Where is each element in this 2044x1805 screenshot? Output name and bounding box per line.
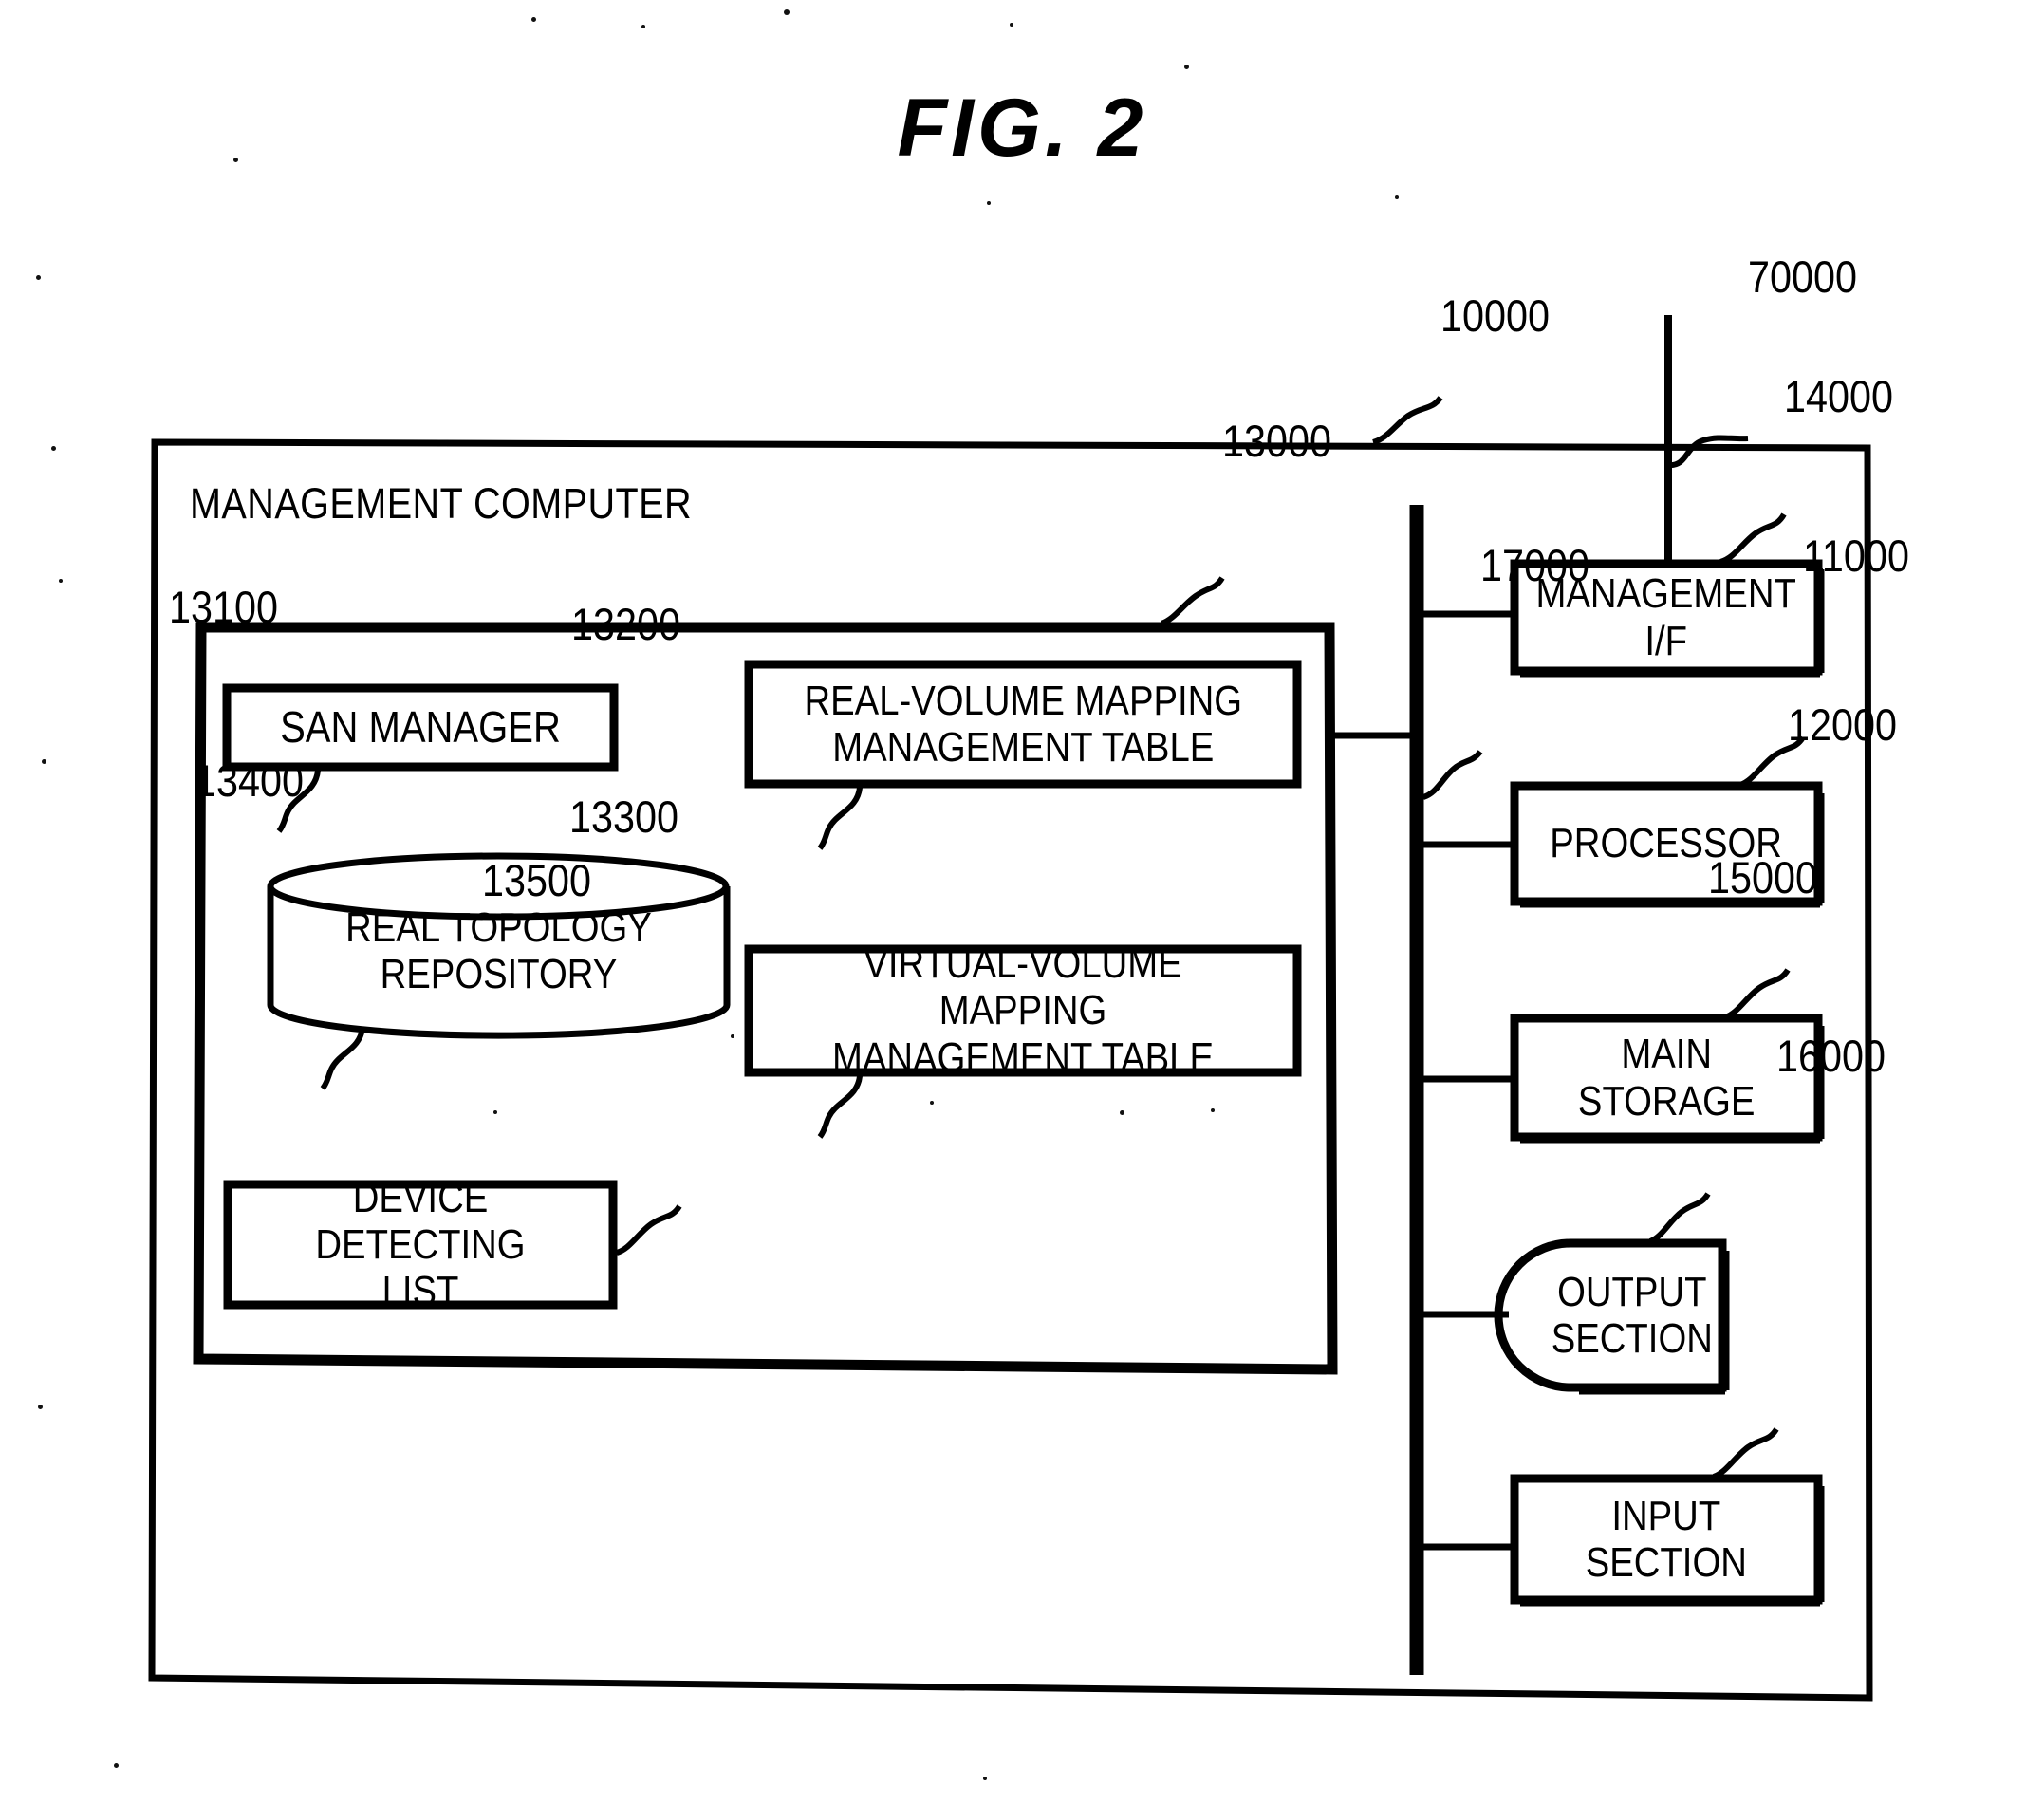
scan-speckle	[51, 446, 56, 451]
leader-70000	[1667, 435, 1749, 469]
figure-page: FIG. 2 MANAGEMENT COMPUTER 70000 10000 1…	[0, 0, 2044, 1805]
scan-speckle	[1120, 1110, 1124, 1115]
management-if-label-wrap: MANAGEMENT I/F	[1514, 564, 1818, 671]
scan-speckle	[1010, 23, 1013, 27]
device-detecting-list-label: DEVICE DETECTING LIST	[315, 1174, 526, 1315]
leader-17000	[1422, 750, 1483, 800]
san-manager-label: SAN MANAGER	[280, 701, 561, 752]
processor-label-wrap: PROCESSOR	[1514, 786, 1818, 902]
scan-speckle	[38, 1405, 43, 1409]
leader-13400	[320, 1027, 365, 1090]
leader-13000	[1160, 576, 1225, 626]
scan-speckle	[531, 17, 536, 22]
leader-10000	[1372, 396, 1443, 445]
ref-13300: 13300	[569, 791, 679, 842]
ref-14000: 14000	[1784, 371, 1894, 421]
leader-16000	[1712, 1427, 1779, 1479]
virtual-volume-mapping-table-label-wrap: VIRTUAL-VOLUME MAPPING MANAGEMENT TABLE	[749, 940, 1297, 1081]
scan-speckle	[641, 25, 645, 28]
output-section-label-wrap: OUTPUT SECTION	[1537, 1243, 1727, 1387]
main-storage-label: MAIN STORAGE	[1577, 1031, 1756, 1125]
scan-speckle	[233, 158, 238, 162]
scan-speckle	[1211, 1108, 1215, 1112]
outer-enclosure-label: MANAGEMENT COMPUTER	[190, 479, 693, 528]
virtual-volume-mapping-table-label: VIRTUAL-VOLUME MAPPING MANAGEMENT TABLE	[831, 940, 1215, 1081]
main-storage-label-wrap: MAIN STORAGE	[1514, 1018, 1818, 1137]
ref-10000: 10000	[1440, 290, 1551, 341]
real-topology-repository-label-wrap: REAL TOPOLOGY REPOSITORY	[270, 897, 727, 1005]
san-manager-label-wrap: SAN MANAGER	[227, 688, 614, 767]
input-section-label-wrap: INPUT SECTION	[1514, 1479, 1818, 1600]
ref-11000: 11000	[1803, 530, 1909, 581]
real-volume-mapping-table-label: REAL-VOLUME MAPPING MANAGEMENT TABLE	[804, 677, 1242, 771]
ref-13200: 13200	[571, 599, 681, 649]
management-if-label: MANAGEMENT I/F	[1535, 570, 1797, 664]
leader-13200	[817, 787, 863, 850]
output-section-label: OUTPUT SECTION	[1551, 1268, 1714, 1362]
ref-13100: 13100	[169, 582, 279, 632]
leader-14000	[1719, 512, 1787, 565]
leader-13300	[817, 1075, 863, 1139]
real-volume-mapping-table-label-wrap: REAL-VOLUME MAPPING MANAGEMENT TABLE	[749, 664, 1297, 784]
figure-title: FIG. 2	[897, 83, 1147, 174]
scan-speckle	[493, 1110, 497, 1114]
leader-13500	[615, 1204, 682, 1256]
input-section-label: INPUT SECTION	[1585, 1492, 1748, 1586]
leader-12000	[1723, 968, 1791, 1020]
ref-13000: 13000	[1222, 416, 1332, 466]
real-topology-repository-label: REAL TOPOLOGY REPOSITORY	[345, 903, 652, 997]
scan-speckle	[1184, 65, 1189, 69]
ref-12000: 12000	[1788, 699, 1898, 750]
scan-speckle	[987, 201, 991, 205]
ref-70000: 70000	[1748, 251, 1858, 302]
scan-speckle	[731, 1034, 734, 1038]
scan-speckle	[983, 1777, 987, 1780]
processor-label: PROCESSOR	[1550, 820, 1783, 867]
leader-15000	[1648, 1192, 1711, 1244]
scan-speckle	[36, 275, 41, 280]
scan-speckle	[1395, 195, 1399, 199]
scan-speckle	[784, 9, 790, 15]
scan-speckle	[114, 1763, 119, 1768]
scan-speckle	[59, 579, 63, 583]
scan-speckle	[930, 1101, 934, 1105]
scan-speckle	[42, 759, 46, 764]
device-detecting-list-label-wrap: DEVICE DETECTING LIST	[228, 1175, 613, 1315]
